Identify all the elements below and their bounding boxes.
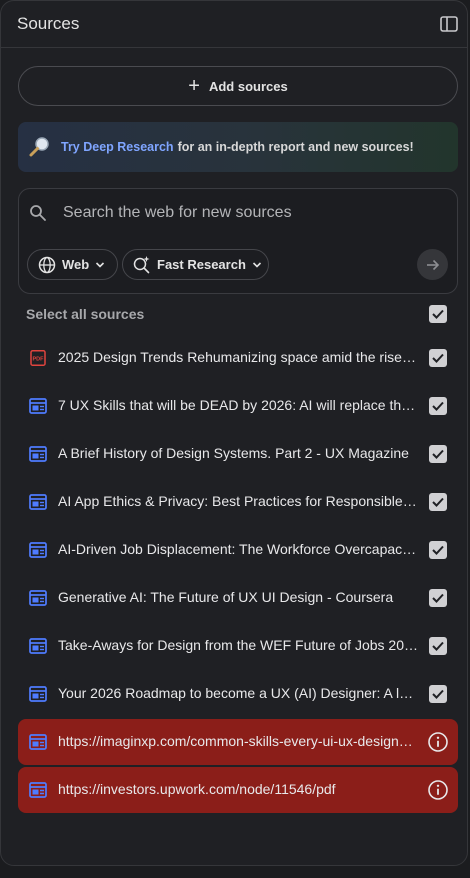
research-mode-dropdown[interactable]: Fast Research [122,249,269,280]
source-row[interactable]: 7 UX Skills that will be DEAD by 2026: A… [18,383,458,429]
web-page-icon [29,782,47,798]
sources-panel: Sources + Add sources Try Deep Research … [0,0,468,866]
check-icon [432,497,444,507]
add-sources-label: Add sources [208,78,288,94]
source-title: https://imaginxp.com/common-skills-every… [58,733,418,749]
globe-icon [38,256,56,273]
check-icon [432,449,444,459]
web-search-input[interactable] [63,201,433,225]
source-checkbox[interactable] [429,445,447,463]
plus-icon: + [188,75,200,97]
sparkle-search-icon [133,256,150,274]
info-icon[interactable] [427,779,449,801]
source-checkbox[interactable] [429,637,447,655]
search-icon [30,205,46,221]
check-icon [432,353,444,363]
pdf-file-icon: PDF [30,350,46,366]
source-checkbox[interactable] [429,349,447,367]
info-icon[interactable] [427,731,449,753]
chevron-down-icon [252,261,261,268]
source-row[interactable]: Your 2026 Roadmap to become a UX (AI) De… [18,671,458,717]
source-row[interactable]: A Brief History of Design Systems. Part … [18,431,458,477]
svg-text:PDF: PDF [33,357,45,363]
web-page-icon [29,734,47,750]
source-row[interactable]: PDF 2025 Design Trends Rehumanizing space… [18,335,458,381]
select-all-row: Select all sources [1,301,467,327]
collapse-panel-icon[interactable] [439,14,459,34]
add-sources-button[interactable]: + Add sources [18,66,458,106]
source-checkbox[interactable] [429,397,447,415]
deep-research-description: for an in-depth report and new sources! [177,140,414,154]
check-icon [432,593,444,603]
check-icon [432,401,444,411]
panel-title: Sources [17,14,80,33]
source-filter-dropdown[interactable]: Web [27,249,118,280]
source-row[interactable]: AI App Ethics & Privacy: Best Practices … [18,479,458,525]
web-page-icon [29,542,47,558]
deep-research-banner: Try Deep Research for an in-depth report… [18,122,458,172]
check-icon [432,641,444,651]
source-title: AI-Driven Job Displacement: The Workforc… [58,541,418,557]
arrow-right-icon [426,259,439,270]
source-title: A Brief History of Design Systems. Part … [58,445,409,461]
source-row-error[interactable]: https://imaginxp.com/common-skills-every… [18,719,458,765]
source-checkbox[interactable] [429,493,447,511]
source-title: Take-Aways for Design from the WEF Futur… [58,637,418,653]
magnifying-glass-icon [29,137,49,157]
chevron-down-icon [96,261,105,268]
source-row[interactable]: AI-Driven Job Displacement: The Workforc… [18,527,458,573]
select-all-checkbox[interactable] [429,305,447,323]
research-mode-label: Fast Research [157,257,246,272]
source-row-error[interactable]: https://investors.upwork.com/node/11546/… [18,767,458,813]
panel-header: Sources [1,1,467,48]
source-title: 2025 Design Trends Rehumanizing space am… [58,349,418,365]
check-icon [432,545,444,555]
web-page-icon [29,494,47,510]
submit-search-button[interactable] [417,249,448,280]
web-page-icon [29,638,47,654]
source-row[interactable]: Take-Aways for Design from the WEF Futur… [18,623,458,669]
web-search-box: Web Fast Research [18,188,458,294]
web-page-icon [29,398,47,414]
source-row[interactable]: Generative AI: The Future of UX UI Desig… [18,575,458,621]
web-page-icon [29,590,47,606]
web-page-icon [29,446,47,462]
source-title: https://investors.upwork.com/node/11546/… [58,781,336,797]
source-filter-label: Web [62,257,90,272]
web-page-icon [29,686,47,702]
source-title: Generative AI: The Future of UX UI Desig… [58,589,394,605]
source-title: 7 UX Skills that will be DEAD by 2026: A… [58,397,418,413]
source-checkbox[interactable] [429,541,447,559]
source-title: AI App Ethics & Privacy: Best Practices … [58,493,418,509]
source-title: Your 2026 Roadmap to become a UX (AI) De… [58,685,418,701]
check-icon [432,689,444,699]
try-deep-research-link[interactable]: Try Deep Research [61,140,174,154]
source-checkbox[interactable] [429,685,447,703]
source-checkbox[interactable] [429,589,447,607]
check-icon [432,309,444,319]
select-all-label: Select all sources [26,306,145,322]
